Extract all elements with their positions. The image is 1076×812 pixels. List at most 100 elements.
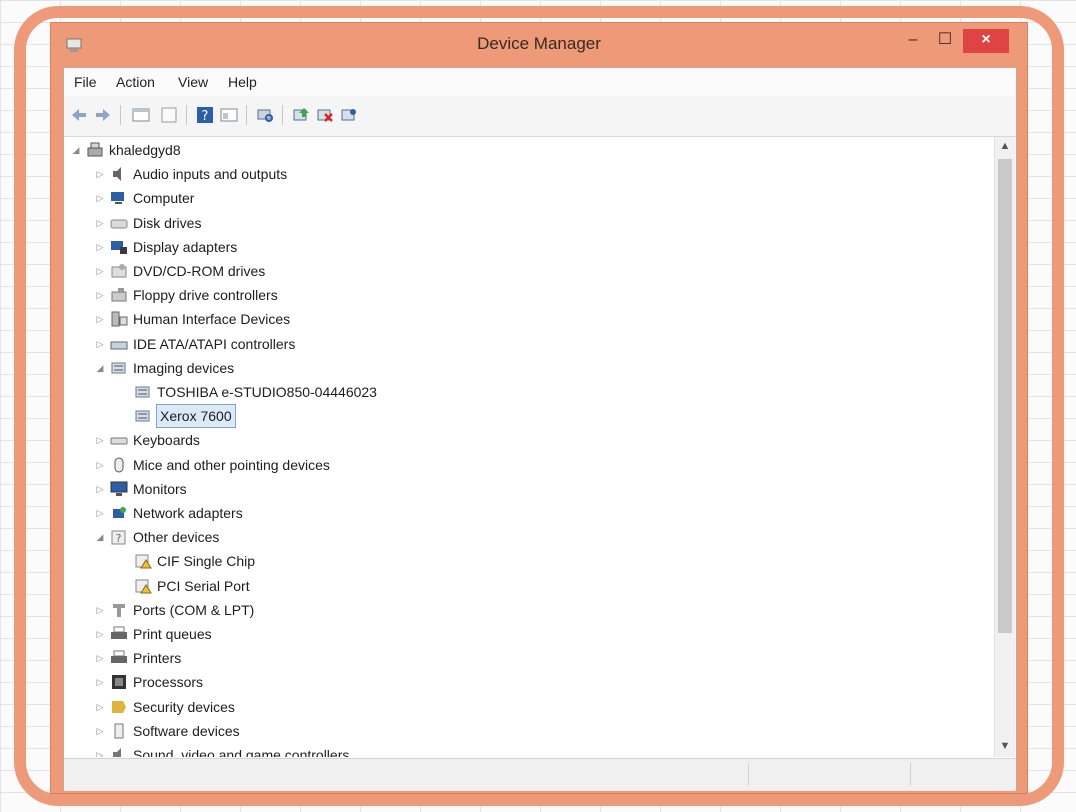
tree-category[interactable]: ▷ Monitors — [94, 478, 187, 500]
view-icon[interactable] — [218, 104, 240, 126]
tree-item-label: Mice and other pointing devices — [133, 456, 330, 473]
expand-arrow-icon[interactable]: ▷ — [94, 187, 106, 209]
collapse-arrow-icon[interactable]: ◢ — [94, 526, 106, 548]
computer-icon — [110, 190, 128, 206]
tree-item-label: Imaging devices — [133, 359, 235, 376]
menu-view[interactable]: View — [178, 74, 208, 90]
tree-device[interactable]: PCI Serial Port — [118, 575, 250, 597]
expand-arrow-icon[interactable]: ▷ — [94, 429, 106, 451]
expand-arrow-icon[interactable]: ▷ — [94, 163, 106, 185]
network-icon — [110, 505, 128, 521]
menu-bar: File Action View Help — [64, 68, 1016, 97]
menu-file[interactable]: File — [74, 74, 97, 90]
scanner-icon — [134, 408, 152, 424]
expand-arrow-icon[interactable]: ▷ — [94, 599, 106, 621]
scroll-up-icon[interactable]: ▲ — [995, 137, 1015, 155]
expand-arrow-icon[interactable]: ▷ — [94, 671, 106, 693]
expand-arrow-icon[interactable]: ▷ — [94, 502, 106, 524]
forward-icon[interactable] — [92, 104, 114, 126]
tree-category[interactable]: ▷ Computer — [94, 187, 195, 209]
tree-category[interactable]: ▷ Sound, video and game controllers — [94, 744, 349, 757]
tree-category[interactable]: ▷ Floppy drive controllers — [94, 284, 278, 306]
tree-category[interactable]: ▷ Keyboards — [94, 429, 200, 451]
expand-arrow-icon[interactable]: ▷ — [94, 212, 106, 234]
help-icon[interactable]: ? — [194, 104, 216, 126]
tree-category[interactable]: ▷ Print queues — [94, 623, 212, 645]
properties-pane-icon[interactable] — [130, 104, 152, 126]
tree-item-label: Sound, video and game controllers — [133, 747, 350, 757]
scan-hardware-icon[interactable] — [254, 104, 276, 126]
keyboard-icon — [110, 432, 128, 448]
expand-arrow-icon[interactable]: ▷ — [94, 454, 106, 476]
device-manager-window: Device Manager – ☐ × File Action View He… — [50, 22, 1028, 794]
expand-arrow-icon[interactable]: ▷ — [94, 647, 106, 669]
unknown-device-icon: ? — [110, 529, 128, 545]
tree-category[interactable]: ▷ Mice and other pointing devices — [94, 454, 330, 476]
update-driver-icon[interactable] — [290, 104, 312, 126]
tree-item-label: Xerox 7600 — [156, 404, 236, 429]
toolbar-separator — [246, 105, 247, 125]
blank-icon[interactable] — [158, 104, 180, 126]
expand-arrow-icon[interactable]: ▷ — [94, 308, 106, 330]
back-icon[interactable] — [68, 104, 90, 126]
tree-category[interactable]: ▷ Network adapters — [94, 502, 243, 524]
monitor-icon — [110, 481, 128, 497]
tree-category[interactable]: ▷ Processors — [94, 671, 204, 693]
processor-icon — [110, 674, 128, 690]
menu-action[interactable]: Action — [116, 74, 155, 90]
title-bar[interactable]: Device Manager – ☐ × — [51, 23, 1027, 67]
ide-icon — [110, 336, 128, 352]
expand-arrow-icon[interactable]: ▷ — [94, 284, 106, 306]
tree-root[interactable]: ◢ khaledgyd8 — [70, 139, 181, 161]
tree-category[interactable]: ▷ Printers — [94, 647, 182, 669]
tree-item-label: Printers — [133, 650, 182, 667]
expand-arrow-icon[interactable]: ▷ — [94, 236, 106, 258]
tree-category[interactable]: ◢? Other devices — [94, 526, 220, 548]
tree-category[interactable]: ◢ Imaging devices — [94, 357, 235, 379]
device-tree[interactable]: ◢ khaledgyd8 ▷ Audio inputs and outputs ▷ Com… — [64, 137, 994, 757]
expand-arrow-icon[interactable]: ▷ — [94, 623, 106, 645]
toolbar-separator — [282, 105, 283, 125]
hid-icon — [110, 311, 128, 327]
tree-item-label: Floppy drive controllers — [133, 287, 278, 304]
tree-item-label: PCI Serial Port — [157, 577, 250, 594]
tree-category[interactable]: ▷ Disk drives — [94, 212, 202, 234]
tree-item-label: Monitors — [133, 480, 187, 497]
expand-arrow-icon[interactable]: ▷ — [94, 696, 106, 718]
tree-item-label: khaledgyd8 — [109, 142, 181, 158]
collapse-arrow-icon[interactable]: ◢ — [70, 139, 82, 161]
vertical-scrollbar[interactable]: ▲ ▼ — [994, 137, 1015, 757]
expand-arrow-icon[interactable]: ▷ — [94, 720, 106, 742]
minimize-button[interactable]: – — [899, 29, 927, 53]
tree-category[interactable]: ▷ DVD/CD-ROM drives — [94, 260, 266, 282]
printer-icon — [110, 626, 128, 642]
expand-arrow-icon[interactable]: ▷ — [94, 478, 106, 500]
menu-help[interactable]: Help — [228, 74, 257, 90]
uninstall-device-icon[interactable] — [338, 104, 360, 126]
expand-arrow-icon[interactable]: ▷ — [94, 333, 106, 355]
warning-device-icon — [134, 578, 152, 594]
expand-arrow-icon[interactable]: ▷ — [94, 260, 106, 282]
disable-device-icon[interactable] — [314, 104, 336, 126]
tree-device[interactable]: TOSHIBA e-STUDIO850-04446023 — [118, 381, 377, 403]
tree-item-label: Software devices — [133, 722, 240, 739]
tree-device[interactable]: Xerox 7600 — [118, 404, 236, 429]
maximize-button[interactable]: ☐ — [931, 29, 959, 53]
tree-category[interactable]: ▷ Human Interface Devices — [94, 308, 291, 330]
tree-category[interactable]: ▷ Security devices — [94, 696, 235, 718]
tree-item-label: Computer — [133, 190, 195, 207]
tree-category[interactable]: ▷ Display adapters — [94, 236, 238, 258]
tree-category[interactable]: ▷ Software devices — [94, 720, 240, 742]
mouse-icon — [110, 457, 128, 473]
window-title: Device Manager — [477, 34, 601, 53]
scroll-down-icon[interactable]: ▼ — [995, 737, 1015, 755]
collapse-arrow-icon[interactable]: ◢ — [94, 357, 106, 379]
warning-device-icon — [134, 553, 152, 569]
tree-device[interactable]: CIF Single Chip — [118, 550, 255, 572]
scroll-thumb[interactable] — [998, 159, 1012, 633]
expand-arrow-icon[interactable]: ▷ — [94, 744, 106, 757]
tree-category[interactable]: ▷ Audio inputs and outputs — [94, 163, 288, 185]
close-button[interactable]: × — [963, 29, 1009, 53]
tree-category[interactable]: ▷ IDE ATA/ATAPI controllers — [94, 333, 296, 355]
tree-category[interactable]: ▷ Ports (COM & LPT) — [94, 599, 255, 621]
